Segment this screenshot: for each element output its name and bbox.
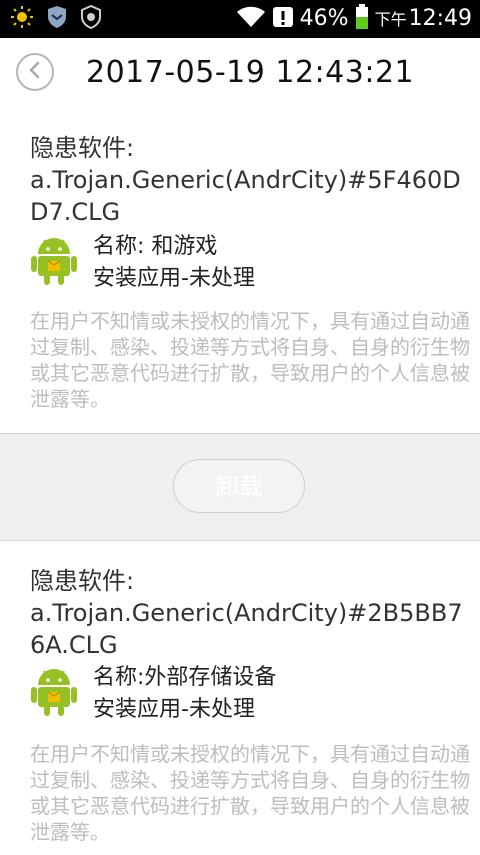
clock-time: 12:49	[408, 6, 472, 31]
sun-icon	[10, 5, 34, 33]
chevron-left-icon	[27, 61, 43, 83]
app-status: 安装应用-未处理	[93, 697, 255, 722]
risk-entry: 隐患软件: a.Trojan.Generic(AndrCity)#5F460DD…	[0, 108, 480, 434]
risk-name: a.Trojan.Generic(AndrCity)#5F460DD7.CLG	[30, 166, 461, 226]
risk-label: 隐患软件:	[30, 567, 135, 595]
app-row: 名称: 和游戏 安装应用-未处理	[30, 228, 470, 292]
risk-label: 隐患软件:	[30, 134, 135, 162]
app-status: 安装应用-未处理	[93, 266, 255, 291]
risk-entry: 隐患软件: a.Trojan.Generic(AndrCity)#2B5BB76…	[0, 540, 480, 855]
battery-percent: 46%	[299, 6, 349, 31]
badge-icon	[80, 4, 102, 33]
status-bar: 46% 下午12:49	[0, 0, 480, 38]
uninstall-button[interactable]: 卸载	[173, 459, 305, 513]
battery-icon	[355, 4, 369, 34]
app-name: 名称:外部存储设备	[93, 665, 277, 690]
action-area: 卸载	[0, 434, 480, 540]
clock: 下午12:49	[375, 0, 472, 38]
risk-description: 在用户不知情或未授权的情况下，具有通过自动通过复制、感染、投递等方式将自身、自身…	[30, 309, 470, 411]
page-title: 2017-05-19 12:43:21	[86, 55, 415, 90]
shield-icon	[46, 5, 68, 33]
android-app-icon	[30, 234, 78, 286]
risk-name: a.Trojan.Generic(AndrCity)#2B5BB76A.CLG	[30, 599, 463, 659]
alert-icon	[272, 5, 294, 33]
wifi-icon	[236, 5, 266, 33]
risk-description: 在用户不知情或未授权的情况下，具有通过自动通过复制、感染、投递等方式将自身、自身…	[30, 742, 470, 844]
header: 2017-05-19 12:43:21	[0, 38, 480, 109]
back-button[interactable]	[16, 53, 54, 91]
clock-period: 下午	[374, 10, 407, 29]
app-name: 名称: 和游戏	[93, 234, 218, 259]
android-app-icon	[30, 665, 78, 717]
app-row: 名称:外部存储设备 安装应用-未处理	[30, 659, 470, 723]
